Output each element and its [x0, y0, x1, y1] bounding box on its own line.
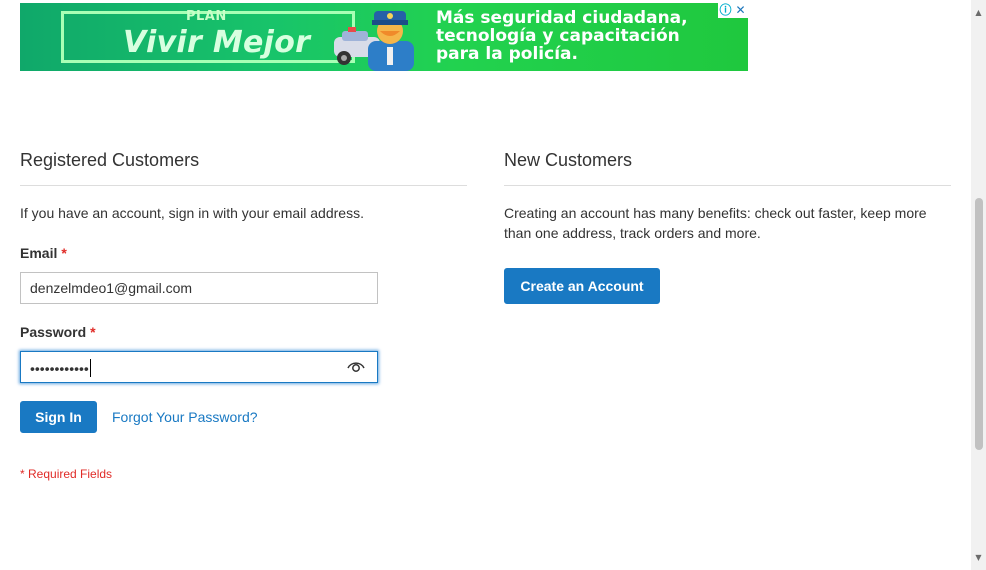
new-customers-intro: Creating an account has many benefits: c…	[504, 205, 927, 241]
email-label: Email *	[20, 243, 467, 263]
scrollbar-thumb[interactable]	[975, 198, 983, 450]
password-field[interactable]: ••••••••••••	[20, 351, 378, 383]
password-field-group: Password * ••••••••••••	[20, 322, 467, 383]
create-account-actions: Create an Account	[504, 268, 951, 304]
vertical-scrollbar[interactable]: ▲ ▼	[971, 0, 986, 570]
required-fields-note: * Required Fields	[20, 467, 113, 481]
forgot-password-link[interactable]: Forgot Your Password?	[112, 409, 258, 425]
registered-customers-intro: If you have an account, sign in with you…	[20, 205, 364, 221]
ad-plan-title: Vivir Mejor	[123, 25, 311, 60]
password-label: Password *	[20, 322, 467, 342]
email-field-group: Email * denzelmdeo1@gmail.com	[20, 243, 467, 304]
ad-message-line: tecnología y capacitación	[436, 26, 680, 46]
scroll-up-icon[interactable]: ▲	[974, 8, 983, 17]
new-customers-block: New Customers Creating an account has ma…	[504, 150, 951, 304]
registered-customers-block: Registered Customers If you have an acco…	[20, 150, 467, 481]
ad-controls: ⓘ ✕	[718, 3, 748, 18]
ad-message: Más seguridad ciudadana, tecnología y ca…	[436, 9, 736, 63]
registered-customers-title: Registered Customers	[20, 150, 467, 186]
info-icon[interactable]: ⓘ	[718, 3, 733, 18]
eye-icon[interactable]	[347, 360, 365, 374]
required-star: *	[61, 245, 67, 261]
email-field-value: denzelmdeo1@gmail.com	[30, 280, 193, 296]
police-officer-illustration	[334, 11, 414, 71]
new-customers-title: New Customers	[504, 150, 951, 186]
ad-plan-label: PLAN	[186, 9, 227, 24]
sign-in-button[interactable]: Sign In	[20, 401, 97, 433]
ad-message-line: Más seguridad ciudadana,	[436, 8, 688, 28]
ad-banner[interactable]: PLAN Vivir Mejor Más seguridad ciudadana…	[20, 3, 748, 71]
email-label-text: Email	[20, 245, 58, 261]
password-label-text: Password	[20, 324, 87, 340]
required-star: *	[90, 324, 96, 340]
signin-actions: Sign In Forgot Your Password?	[20, 401, 467, 433]
text-caret	[89, 359, 91, 378]
scroll-down-icon[interactable]: ▼	[974, 553, 983, 562]
password-field-value: ••••••••••••	[30, 360, 89, 377]
close-icon[interactable]: ✕	[733, 3, 748, 18]
ad-message-line: para la policía.	[436, 44, 578, 64]
email-field[interactable]: denzelmdeo1@gmail.com	[20, 272, 378, 304]
create-account-button[interactable]: Create an Account	[504, 268, 660, 304]
